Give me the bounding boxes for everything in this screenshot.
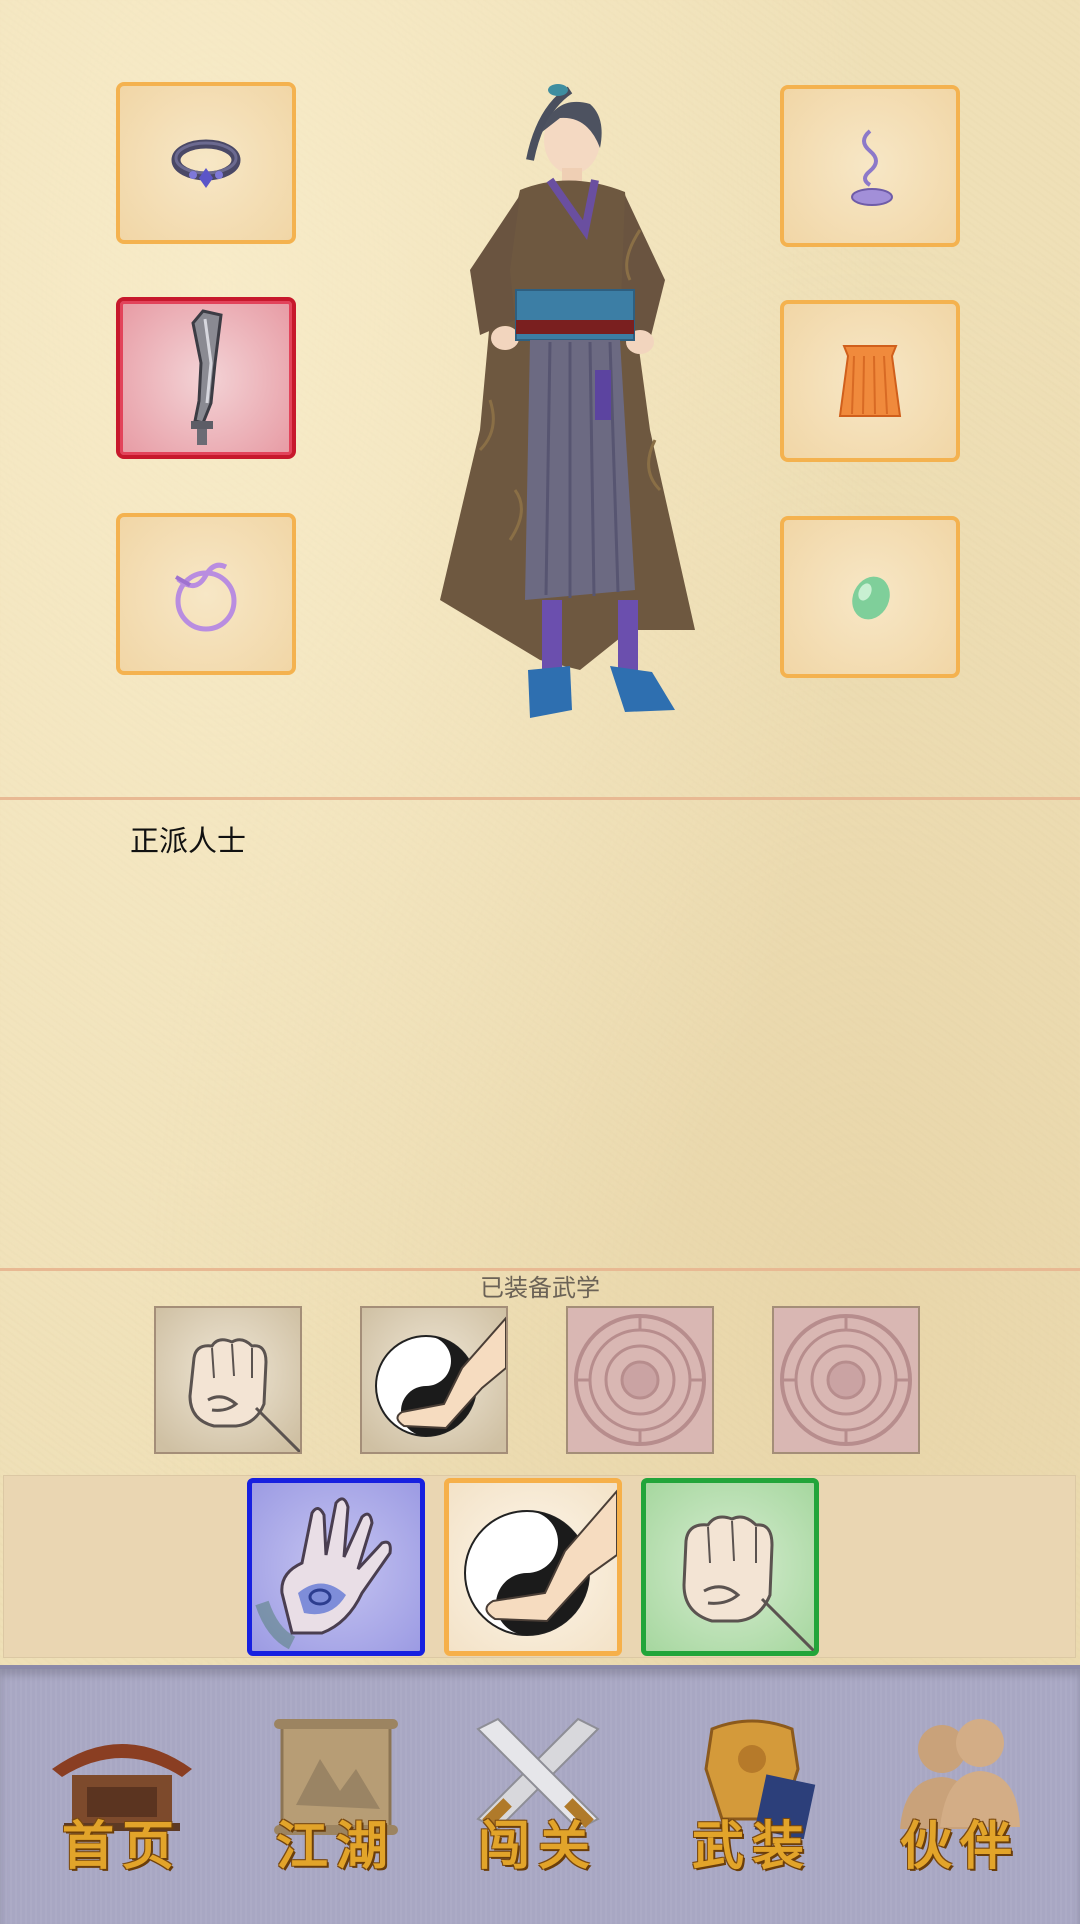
fist-icon <box>188 1338 300 1452</box>
equipped-skill-slot-4[interactable] <box>772 1306 920 1454</box>
sabre-icon <box>191 309 223 445</box>
nav-jianghu[interactable]: 江湖 <box>256 1709 416 1877</box>
skill-card-fist[interactable] <box>641 1478 819 1656</box>
open-palm-icon <box>255 1497 392 1650</box>
empty-seal-icon <box>574 1314 706 1446</box>
bottom-nav: 首页 江湖 闯关 武装 伙伴 <box>0 1665 1080 1924</box>
bracelet-icon <box>171 139 241 188</box>
skill-card-open-palm[interactable] <box>247 1478 425 1656</box>
equip-slot-weapon[interactable] <box>116 297 296 459</box>
nav-armory[interactable]: 武装 <box>672 1709 832 1877</box>
jade-icon <box>852 576 890 620</box>
equip-slot-robe[interactable] <box>780 300 960 462</box>
robe-icon <box>838 345 902 417</box>
equipped-martial-arts-title: 已装备武学 <box>480 1274 600 1302</box>
fist-icon <box>682 1515 814 1651</box>
equip-slot-incense[interactable] <box>780 85 960 247</box>
equipped-skill-slot-1[interactable] <box>154 1306 302 1454</box>
skill-card-yin-yang-palm[interactable] <box>444 1478 622 1656</box>
divider-top <box>0 797 1080 800</box>
nav-armory-label: 武装 <box>691 1816 812 1877</box>
nav-home[interactable]: 首页 <box>42 1709 202 1877</box>
equipped-skill-slot-2[interactable] <box>360 1306 508 1454</box>
empty-seal-icon <box>780 1314 912 1446</box>
yin-yang-palm-icon <box>375 1316 506 1437</box>
nav-companions[interactable]: 伙伴 <box>880 1709 1040 1877</box>
equipped-skill-slot-3[interactable] <box>566 1306 714 1454</box>
equip-slot-bracelet[interactable] <box>116 82 296 244</box>
equip-slot-ring[interactable] <box>116 513 296 675</box>
character-portrait <box>420 70 720 730</box>
yin-yang-palm-icon <box>464 1489 617 1636</box>
nav-jianghu-label: 江湖 <box>275 1816 396 1877</box>
incense-icon <box>851 129 893 206</box>
equip-slot-jade[interactable] <box>780 516 960 678</box>
nav-challenge-label: 闯关 <box>477 1816 598 1877</box>
nav-challenge[interactable]: 闯关 <box>458 1709 618 1877</box>
nav-home-label: 首页 <box>61 1816 182 1877</box>
ribbon-ring-icon <box>175 562 237 632</box>
nav-companions-label: 伙伴 <box>899 1816 1020 1877</box>
faction-label: 正派人士 <box>130 824 247 858</box>
